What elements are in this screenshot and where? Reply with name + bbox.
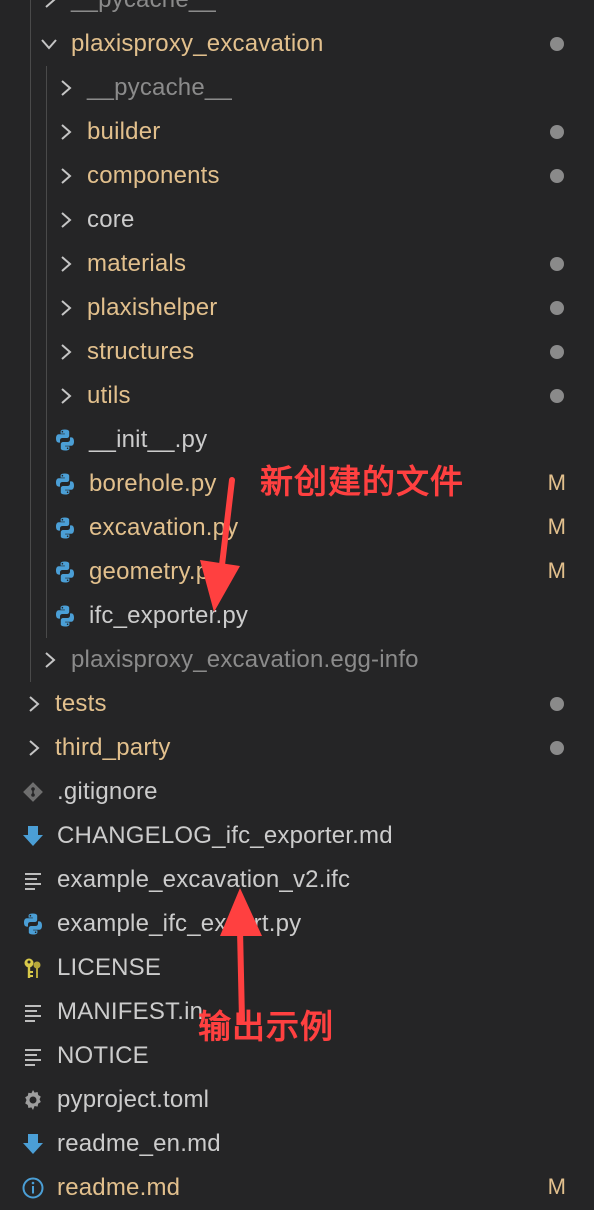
folder-row[interactable]: plaxishelper xyxy=(0,286,594,330)
file-name: geometry.py xyxy=(89,558,222,585)
markdown-download-icon xyxy=(21,824,45,848)
chevron-right-icon[interactable] xyxy=(27,692,41,716)
modified-dot-indicator xyxy=(550,257,564,271)
file-name: borehole.py xyxy=(89,470,217,497)
modified-dot-indicator xyxy=(550,125,564,139)
license-key-icon xyxy=(21,956,45,980)
file-row[interactable]: CHANGELOG_ifc_exporter.md xyxy=(0,814,594,858)
folder-name: __pycache__ xyxy=(87,74,232,101)
folder-name: utils xyxy=(87,382,131,409)
annotation-new-files: 新创建的文件 xyxy=(260,462,464,501)
modified-dot-indicator xyxy=(550,37,564,51)
text-lines-icon xyxy=(21,1044,45,1068)
file-name: readme_en.md xyxy=(57,1130,221,1157)
file-name: __init__.py xyxy=(89,426,208,453)
gear-icon xyxy=(21,1088,45,1112)
chevron-right-icon[interactable] xyxy=(59,340,73,364)
python-icon xyxy=(53,472,77,496)
file-row[interactable]: ifc_exporter.py xyxy=(0,594,594,638)
python-icon xyxy=(53,428,77,452)
git-status-badge: M xyxy=(547,558,566,583)
python-icon xyxy=(53,516,77,540)
file-name: LICENSE xyxy=(57,954,162,981)
python-icon xyxy=(53,560,77,584)
file-row[interactable]: LICENSE xyxy=(0,946,594,990)
folder-row[interactable]: builder xyxy=(0,110,594,154)
indent-guide xyxy=(46,66,47,638)
python-icon xyxy=(21,912,45,936)
folder-row[interactable]: third_party xyxy=(0,726,594,770)
file-row[interactable]: excavation.py M xyxy=(0,506,594,550)
folder-row[interactable]: structures xyxy=(0,330,594,374)
folder-name: core xyxy=(87,206,135,233)
file-name: NOTICE xyxy=(57,1042,149,1069)
file-row[interactable]: .gitignore xyxy=(0,770,594,814)
folder-row[interactable]: utils xyxy=(0,374,594,418)
folder-name: plaxisproxy_excavation.egg-info xyxy=(71,646,419,673)
file-row[interactable]: pyproject.toml xyxy=(0,1078,594,1122)
folder-row[interactable]: materials xyxy=(0,242,594,286)
folder-row[interactable]: __pycache__ xyxy=(0,66,594,110)
file-name: excavation.py xyxy=(89,514,239,541)
modified-dot-indicator xyxy=(550,697,564,711)
chevron-right-icon[interactable] xyxy=(27,736,41,760)
chevron-right-icon[interactable] xyxy=(59,164,73,188)
file-name: readme.md xyxy=(57,1174,181,1201)
modified-dot-indicator xyxy=(550,169,564,183)
chevron-right-icon[interactable] xyxy=(59,252,73,276)
git-status-badge: M xyxy=(547,470,566,495)
file-name: MANIFEST.in xyxy=(57,998,204,1025)
folder-row[interactable]: components xyxy=(0,154,594,198)
file-name: .gitignore xyxy=(57,778,158,805)
modified-dot-indicator xyxy=(550,741,564,755)
folder-row[interactable]: tests xyxy=(0,682,594,726)
folder-name: structures xyxy=(87,338,195,365)
indent-guide xyxy=(30,0,31,682)
file-name: example_excavation_v2.ifc xyxy=(57,866,351,893)
folder-name: builder xyxy=(87,118,161,145)
file-row[interactable]: readme_en.md xyxy=(0,1122,594,1166)
git-status-badge: M xyxy=(547,514,566,539)
annotation-output-example: 输出示例 xyxy=(198,1007,334,1046)
text-lines-icon xyxy=(21,1000,45,1024)
chevron-right-icon[interactable] xyxy=(59,208,73,232)
text-lines-icon xyxy=(21,868,45,892)
chevron-right-icon[interactable] xyxy=(59,120,73,144)
chevron-right-icon[interactable] xyxy=(59,296,73,320)
folder-row[interactable]: __pycache__ xyxy=(0,0,594,22)
folder-name: materials xyxy=(87,250,187,277)
git-status-badge: M xyxy=(547,1174,566,1199)
python-icon xyxy=(53,604,77,628)
file-name: example_ifc_export.py xyxy=(57,910,302,937)
chevron-right-icon[interactable] xyxy=(43,648,57,672)
file-name: pyproject.toml xyxy=(57,1086,210,1113)
chevron-right-icon[interactable] xyxy=(59,76,73,100)
file-name: CHANGELOG_ifc_exporter.md xyxy=(57,822,393,849)
modified-dot-indicator xyxy=(550,345,564,359)
folder-row[interactable]: core xyxy=(0,198,594,242)
chevron-right-icon[interactable] xyxy=(43,0,57,12)
git-icon xyxy=(21,780,45,804)
file-row[interactable]: readme.md M xyxy=(0,1166,594,1210)
markdown-download-icon xyxy=(21,1132,45,1156)
modified-dot-indicator xyxy=(550,389,564,403)
folder-name: third_party xyxy=(55,734,171,761)
folder-name: __pycache__ xyxy=(71,0,216,14)
file-row[interactable]: example_ifc_export.py xyxy=(0,902,594,946)
chevron-down-icon[interactable] xyxy=(39,32,59,56)
folder-row[interactable]: plaxisproxy_excavation xyxy=(0,22,594,66)
file-name: ifc_exporter.py xyxy=(89,602,249,629)
folder-row[interactable]: plaxisproxy_excavation.egg-info xyxy=(0,638,594,682)
folder-name: plaxishelper xyxy=(87,294,218,321)
folder-name: components xyxy=(87,162,220,189)
folder-name: tests xyxy=(55,690,107,717)
file-row[interactable]: geometry.py M xyxy=(0,550,594,594)
file-row[interactable]: example_excavation_v2.ifc xyxy=(0,858,594,902)
folder-name: plaxisproxy_excavation xyxy=(71,30,324,57)
chevron-right-icon[interactable] xyxy=(59,384,73,408)
modified-dot-indicator xyxy=(550,301,564,315)
info-icon xyxy=(21,1176,45,1200)
